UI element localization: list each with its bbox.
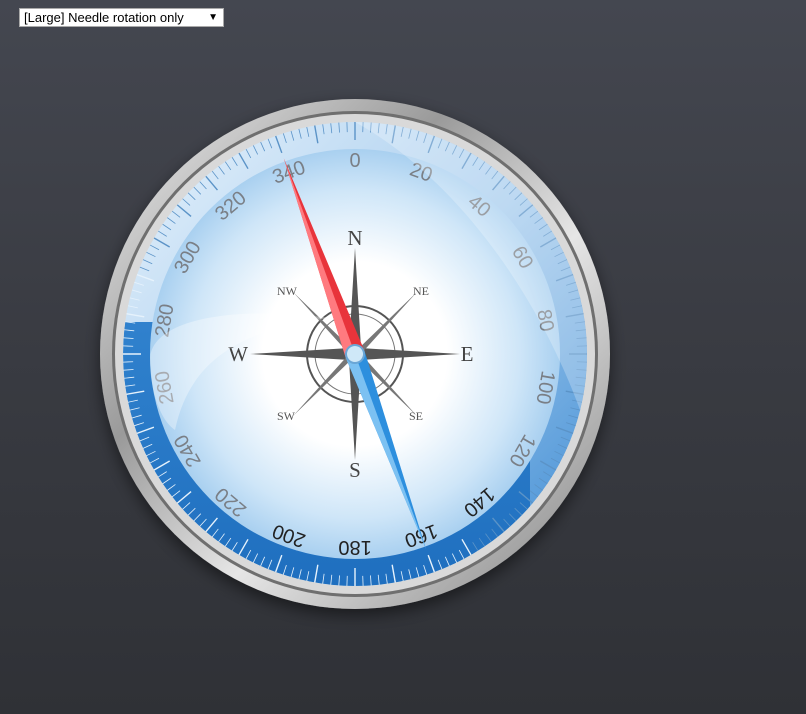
rose-label-s: S (349, 458, 361, 482)
rose-label-sw: SW (277, 409, 296, 423)
dial-number: 0 (349, 150, 360, 172)
rose-label-n: N (347, 226, 362, 250)
rose-label-e: E (461, 342, 474, 366)
rose-label-ne: NE (413, 284, 429, 298)
rose-label-se: SE (409, 409, 423, 423)
dial-number: 180 (338, 536, 371, 558)
rose-label-nw: NW (277, 284, 298, 298)
compass: 0204060801001201401601802002202402602803… (100, 99, 610, 609)
